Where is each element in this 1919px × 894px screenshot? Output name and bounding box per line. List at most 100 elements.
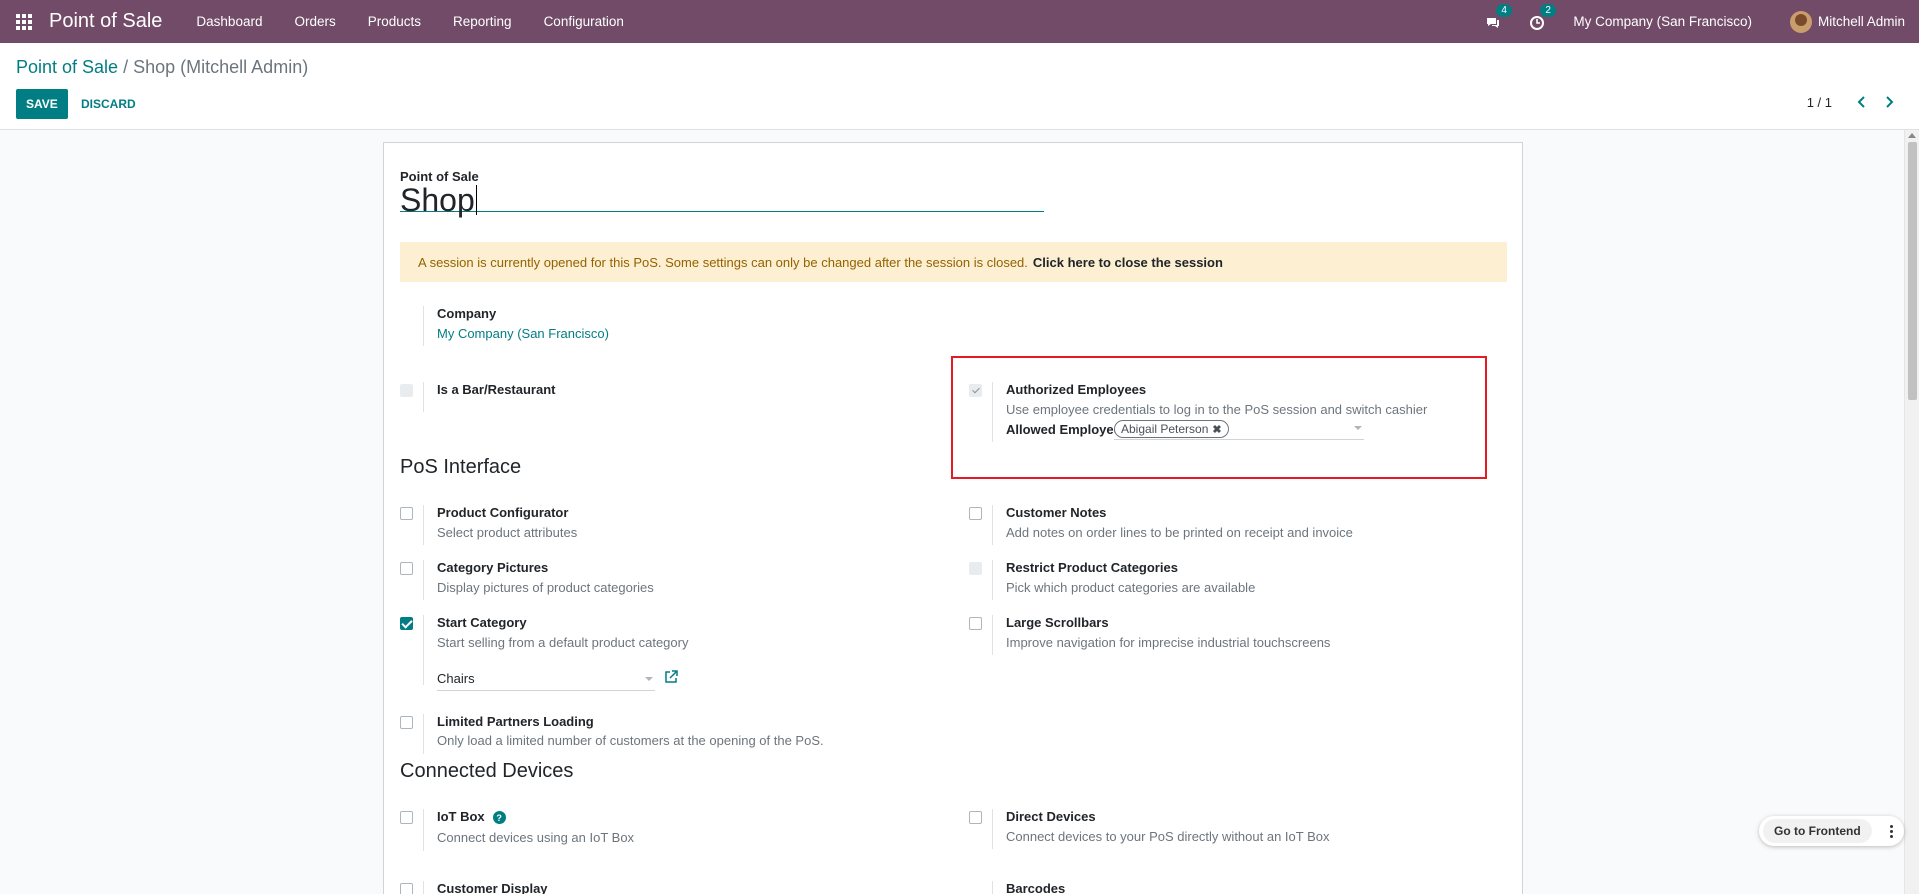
pos-name-value: Shop: [400, 182, 475, 218]
help-icon[interactable]: ?: [492, 811, 506, 825]
limited-partners-checkbox[interactable]: [400, 716, 413, 729]
limited-partners-desc: Only load a limited number of customers …: [437, 733, 824, 748]
scrollbar-thumb[interactable]: [1908, 142, 1917, 400]
more-options-icon[interactable]: [1890, 824, 1894, 838]
external-link-icon[interactable]: [664, 670, 678, 684]
remove-tag-icon[interactable]: ✖: [1212, 423, 1221, 436]
large-scrollbars-setting: Large Scrollbars Improve navigation for …: [969, 615, 1489, 655]
product-configurator-checkbox[interactable]: [400, 507, 413, 520]
iot-box-checkbox[interactable]: [400, 811, 413, 824]
go-to-frontend-button[interactable]: Go to Frontend: [1763, 819, 1872, 843]
form-sheet: Point of Sale Shop A session is currentl…: [383, 142, 1523, 894]
large-scrollbars-desc: Improve navigation for imprecise industr…: [1006, 635, 1331, 650]
activities-clock-icon[interactable]: 2: [1529, 3, 1556, 32]
large-scrollbars-label: Large Scrollbars: [1006, 615, 1109, 630]
iot-box-title: IoT Box?: [437, 809, 506, 825]
menu-dashboard[interactable]: Dashboard: [180, 14, 278, 29]
customer-notes-checkbox[interactable]: [969, 507, 982, 520]
top-navbar: Point of Sale Dashboard Orders Products …: [0, 0, 1919, 43]
pos-name-input[interactable]: Shop: [400, 184, 1044, 216]
allowed-employees-label: Allowed Employees: [1006, 422, 1129, 437]
apps-menu-icon[interactable]: [16, 13, 32, 30]
close-session-link[interactable]: Click here to close the session: [1033, 255, 1223, 270]
menu-orders[interactable]: Orders: [278, 14, 351, 29]
large-scrollbars-checkbox[interactable]: [969, 617, 982, 630]
iot-box-desc: Connect devices using an IoT Box: [437, 830, 635, 845]
product-configurator-label: Product Configurator: [437, 505, 569, 520]
user-menu[interactable]: Mitchell Admin: [1789, 10, 1905, 33]
direct-devices-setting: Direct Devices Connect devices to your P…: [969, 809, 1489, 849]
start-category-value: Chairs: [437, 671, 475, 686]
customer-notes-label: Customer Notes: [1006, 505, 1107, 520]
authorized-employees-setting: Authorized Employees Use employee creden…: [969, 382, 1489, 442]
limited-partners-label: Limited Partners Loading: [437, 714, 594, 729]
category-pictures-setting: Category Pictures Display pictures of pr…: [400, 560, 900, 600]
barcodes-label: Barcodes: [1006, 881, 1066, 894]
bar-restaurant-checkbox[interactable]: [400, 384, 413, 397]
employee-tag: Abigail Peterson ✖: [1114, 420, 1229, 438]
restrict-categories-checkbox[interactable]: [969, 562, 982, 575]
breadcrumb: Point of Sale / Shop (Mitchell Admin): [16, 57, 308, 78]
barcodes-setting: Barcodes: [969, 881, 1489, 894]
start-category-select[interactable]: Chairs: [437, 671, 655, 691]
start-category-checkbox[interactable]: [400, 617, 413, 630]
direct-devices-desc: Connect devices to your PoS directly wit…: [1006, 829, 1330, 844]
app-title[interactable]: Point of Sale: [49, 10, 162, 33]
company-setting: Company My Company (San Francisco): [400, 306, 800, 346]
messages-icon[interactable]: 4: [1485, 3, 1512, 32]
authorized-employees-desc: Use employee credentials to log in to th…: [1006, 402, 1428, 417]
company-value[interactable]: My Company (San Francisco): [437, 326, 609, 341]
iot-box-setting: IoT Box? Connect devices using an IoT Bo…: [400, 809, 900, 851]
discard-button[interactable]: DISCARD: [72, 89, 145, 119]
customer-notes-setting: Customer Notes Add notes on order lines …: [969, 505, 1489, 545]
allowed-employees-input[interactable]: Abigail Peterson ✖: [1114, 420, 1364, 440]
company-switcher[interactable]: My Company (San Francisco): [1573, 14, 1752, 29]
breadcrumb-separator: /: [123, 57, 129, 77]
avatar: [1789, 10, 1812, 33]
pager-value[interactable]: 1 / 1: [1807, 95, 1832, 110]
messages-badge: 4: [1496, 3, 1512, 17]
product-configurator-desc: Select product attributes: [437, 525, 578, 540]
page-scrollbar[interactable]: [1904, 130, 1919, 894]
control-panel: Point of Sale / Shop (Mitchell Admin) SA…: [0, 43, 1919, 130]
session-open-alert: A session is currently opened for this P…: [400, 242, 1507, 282]
category-pictures-checkbox[interactable]: [400, 562, 413, 575]
dropdown-caret-icon[interactable]: [645, 677, 653, 681]
breadcrumb-root[interactable]: Point of Sale: [16, 57, 118, 77]
menu-configuration[interactable]: Configuration: [528, 14, 640, 29]
connected-devices-heading: Connected Devices: [400, 760, 574, 782]
scroll-up-arrow-icon[interactable]: [1908, 133, 1916, 138]
restrict-categories-desc: Pick which product categories are availa…: [1006, 580, 1256, 595]
save-button[interactable]: SAVE: [16, 89, 68, 119]
employee-tag-label: Abigail Peterson: [1121, 422, 1209, 436]
customer-display-setting: Customer Display: [400, 881, 900, 894]
category-pictures-label: Category Pictures: [437, 560, 549, 575]
category-pictures-desc: Display pictures of product categories: [437, 580, 654, 595]
navbar-systray: 4 2 My Company (San Francisco) Mitchell …: [1485, 0, 1919, 43]
restrict-categories-setting: Restrict Product Categories Pick which p…: [969, 560, 1489, 600]
start-category-label: Start Category: [437, 615, 527, 630]
customer-notes-desc: Add notes on order lines to be printed o…: [1006, 525, 1353, 540]
customer-display-label: Customer Display: [437, 881, 548, 894]
pos-interface-heading: PoS Interface: [400, 456, 522, 478]
pager-previous-icon[interactable]: [1854, 93, 1870, 111]
direct-devices-checkbox[interactable]: [969, 811, 982, 824]
menu-reporting[interactable]: Reporting: [437, 14, 528, 29]
restrict-categories-label: Restrict Product Categories: [1006, 560, 1178, 575]
activities-badge: 2: [1540, 3, 1556, 17]
dropdown-caret-icon[interactable]: [1354, 426, 1362, 430]
breadcrumb-current: Shop (Mitchell Admin): [133, 57, 309, 77]
limited-partners-setting: Limited Partners Loading Only load a lim…: [400, 714, 900, 754]
authorized-employees-label: Authorized Employees: [1006, 382, 1147, 397]
menu-products[interactable]: Products: [352, 14, 437, 29]
customer-display-checkbox[interactable]: [400, 883, 413, 894]
iot-box-label: IoT Box: [437, 809, 485, 824]
pager-next-icon[interactable]: [1881, 93, 1897, 111]
product-configurator-setting: Product Configurator Select product attr…: [400, 505, 900, 545]
bar-restaurant-setting: Is a Bar/Restaurant: [400, 382, 900, 412]
company-label: Company: [437, 306, 497, 321]
alert-text: A session is currently opened for this P…: [418, 254, 1028, 270]
start-category-setting: Start Category Start selling from a defa…: [400, 615, 900, 691]
bar-restaurant-label: Is a Bar/Restaurant: [437, 382, 556, 397]
authorized-employees-checkbox[interactable]: [969, 384, 982, 397]
